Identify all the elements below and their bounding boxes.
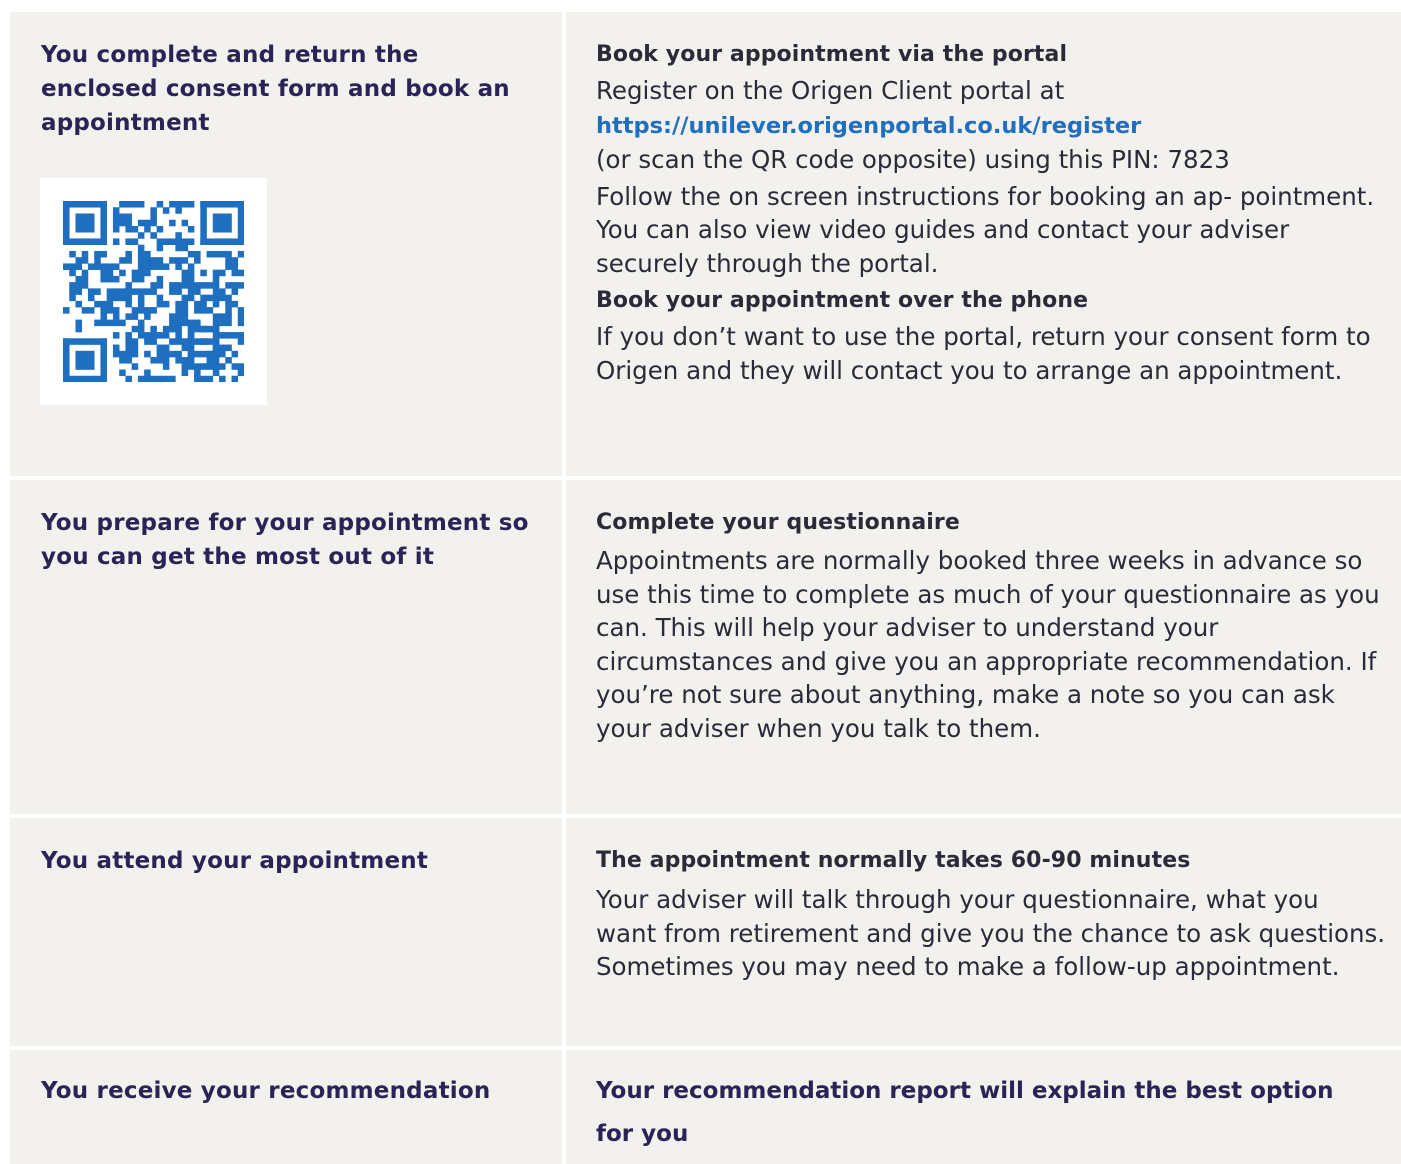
step-1-title: You complete and return the enclosed con…	[41, 42, 510, 136]
step-2-detail: Complete your questionnaire Appointments…	[596, 506, 1386, 749]
portal-register-link[interactable]: https://unilever.origenportal.co.uk/regi…	[596, 113, 1141, 139]
questionnaire-text: Appointments are normally booked three w…	[596, 546, 1380, 743]
column-divider	[562, 12, 566, 1164]
questionnaire-heading: Complete your questionnaire	[596, 510, 960, 535]
row-divider	[10, 476, 1401, 480]
row-divider	[10, 814, 1401, 818]
appointment-heading: The appointment normally takes 60-90 min…	[596, 848, 1191, 873]
portal-pin-text: (or scan the QR code opposite) using thi…	[596, 145, 1230, 174]
step-3-title: You attend your appointment	[41, 848, 429, 874]
step-2-title: You prepare for your appointment so you …	[41, 510, 529, 570]
step-3-detail: The appointment normally takes 60-90 min…	[596, 844, 1386, 988]
step-1-detail: Book your appointment via the portal Reg…	[596, 38, 1386, 391]
steps-table: You complete and return the enclosed con…	[10, 12, 1401, 1164]
portal-heading: Book your appointment via the portal	[596, 42, 1068, 67]
portal-instructions: Follow the on screen instructions for bo…	[596, 181, 1375, 278]
qr-code	[40, 178, 267, 405]
recommendation-heading: Your recommendation report will explain …	[596, 1078, 1334, 1147]
portal-register-text: Register on the Origen Client portal at	[596, 76, 1065, 105]
row-divider	[10, 1046, 1401, 1050]
phone-instructions: If you don’t want to use the portal, ret…	[596, 322, 1371, 385]
qr-code-icon	[63, 201, 244, 382]
step-4-title: You receive your recommendation	[41, 1078, 491, 1104]
phone-heading: Book your appointment over the phone	[596, 288, 1089, 313]
appointment-text: Your adviser will talk through your ques…	[596, 885, 1386, 981]
